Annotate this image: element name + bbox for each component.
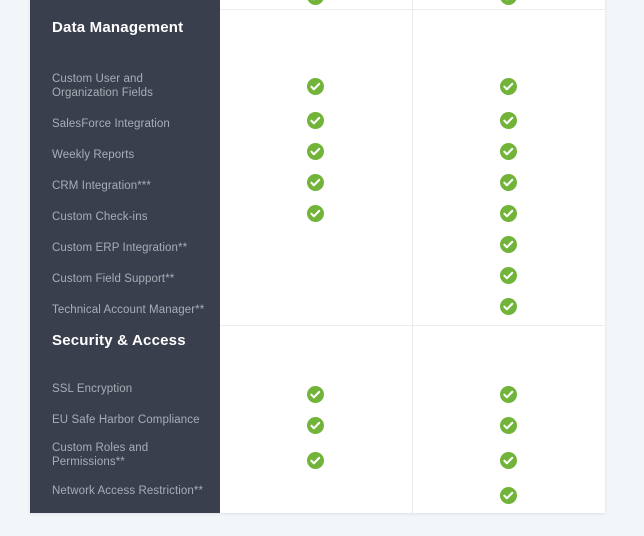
feature-label-crm-integration[interactable]: CRM Integration***: [52, 179, 212, 193]
check-circle-icon: [500, 236, 517, 253]
check-circle-icon: [500, 174, 517, 191]
check-circle-icon: [307, 386, 324, 403]
feature-name-sidebar: Data Management Custom User and Organiza…: [30, 0, 220, 513]
feature-label-eu-safe-harbor-compliance[interactable]: EU Safe Harbor Compliance: [52, 413, 212, 427]
check-circle-icon: [500, 487, 517, 504]
pricing-comparison-page: Data Management Custom User and Organiza…: [0, 0, 644, 536]
feature-label-technical-account-manager[interactable]: Technical Account Manager**: [52, 303, 212, 317]
check-circle-icon: [307, 112, 324, 129]
check-circle-icon: [307, 143, 324, 160]
check-circle-icon: [307, 417, 324, 434]
check-circle-icon: [500, 205, 517, 222]
feature-label-custom-erp-integration[interactable]: Custom ERP Integration**: [52, 241, 212, 255]
check-circle-icon: [500, 78, 517, 95]
check-circle-icon: [500, 417, 517, 434]
check-circle-icon: [500, 112, 517, 129]
section-heading-security-access: Security & Access: [52, 332, 186, 349]
check-circle-icon: [500, 452, 517, 469]
feature-label-custom-roles-and-permissions[interactable]: Custom Roles and Permissions**: [52, 441, 212, 469]
check-circle-icon: [500, 298, 517, 315]
feature-label-custom-check-ins[interactable]: Custom Check-ins: [52, 210, 212, 224]
feature-label-network-access-restriction[interactable]: Network Access Restriction**: [52, 484, 212, 498]
feature-label-ssl-encryption[interactable]: SSL Encryption: [52, 382, 212, 396]
section-divider-security: [220, 325, 605, 326]
feature-label-custom-field-support[interactable]: Custom Field Support**: [52, 272, 212, 286]
plan-column-divider: [412, 0, 413, 513]
check-circle-icon: [307, 174, 324, 191]
check-circle-icon: [500, 386, 517, 403]
feature-label-custom-user-and-organization-fields[interactable]: Custom User and Organization Fields: [52, 72, 212, 100]
check-circle-icon: [500, 267, 517, 284]
check-circle-icon: [500, 143, 517, 160]
feature-label-weekly-reports[interactable]: Weekly Reports: [52, 148, 212, 162]
section-divider-top: [220, 9, 605, 10]
section-heading-data-management: Data Management: [52, 19, 184, 36]
check-circle-icon: [307, 452, 324, 469]
check-circle-icon: [307, 78, 324, 95]
check-circle-icon: [307, 205, 324, 222]
feature-label-salesforce-integration[interactable]: SalesForce Integration: [52, 117, 212, 131]
